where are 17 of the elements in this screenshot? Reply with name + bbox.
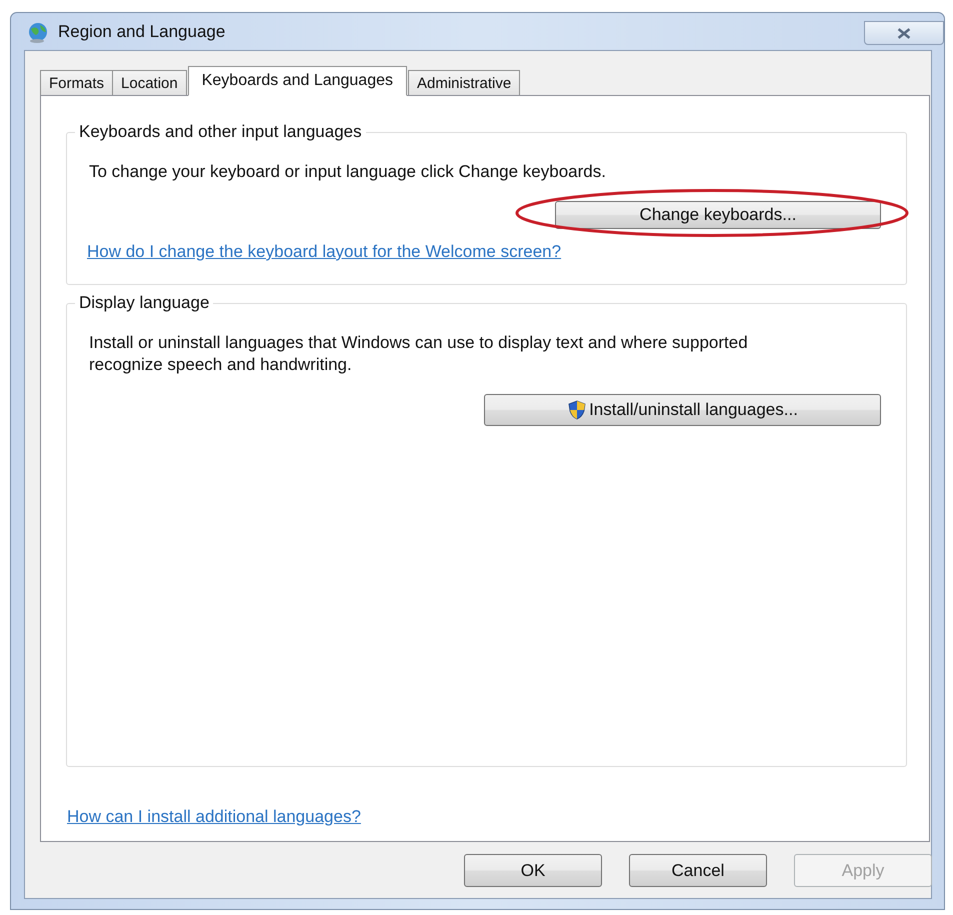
dialog-button[interactable]: Change keyboards... bbox=[555, 201, 881, 229]
window-title: Region and Language bbox=[58, 22, 226, 42]
dialog-button[interactable]: Install/uninstall languages... bbox=[484, 394, 881, 426]
group-legend: Display language bbox=[75, 293, 214, 313]
group-legend: Keyboards and other input languages bbox=[75, 122, 366, 142]
tab[interactable]: Keyboards and Languages bbox=[188, 66, 407, 96]
close-icon bbox=[896, 26, 912, 40]
tab[interactable]: Location bbox=[112, 70, 187, 95]
dialog-button[interactable]: OK bbox=[464, 854, 602, 887]
help-link[interactable]: How do I change the keyboard layout for the Welcome screen? bbox=[87, 242, 562, 262]
tab[interactable]: Administrative bbox=[408, 70, 520, 95]
close-button[interactable] bbox=[864, 21, 944, 45]
help-link[interactable]: How can I install additional languages? bbox=[67, 807, 361, 827]
description-text: Install or uninstall languages that Windows can use to display text and where supported recognize speech and handwriting. bbox=[89, 332, 749, 376]
tab[interactable]: Formats bbox=[40, 70, 114, 95]
dialog-button[interactable]: Cancel bbox=[629, 854, 767, 887]
description-text: To change your keyboard or input language click Change keyboards. bbox=[89, 161, 607, 183]
